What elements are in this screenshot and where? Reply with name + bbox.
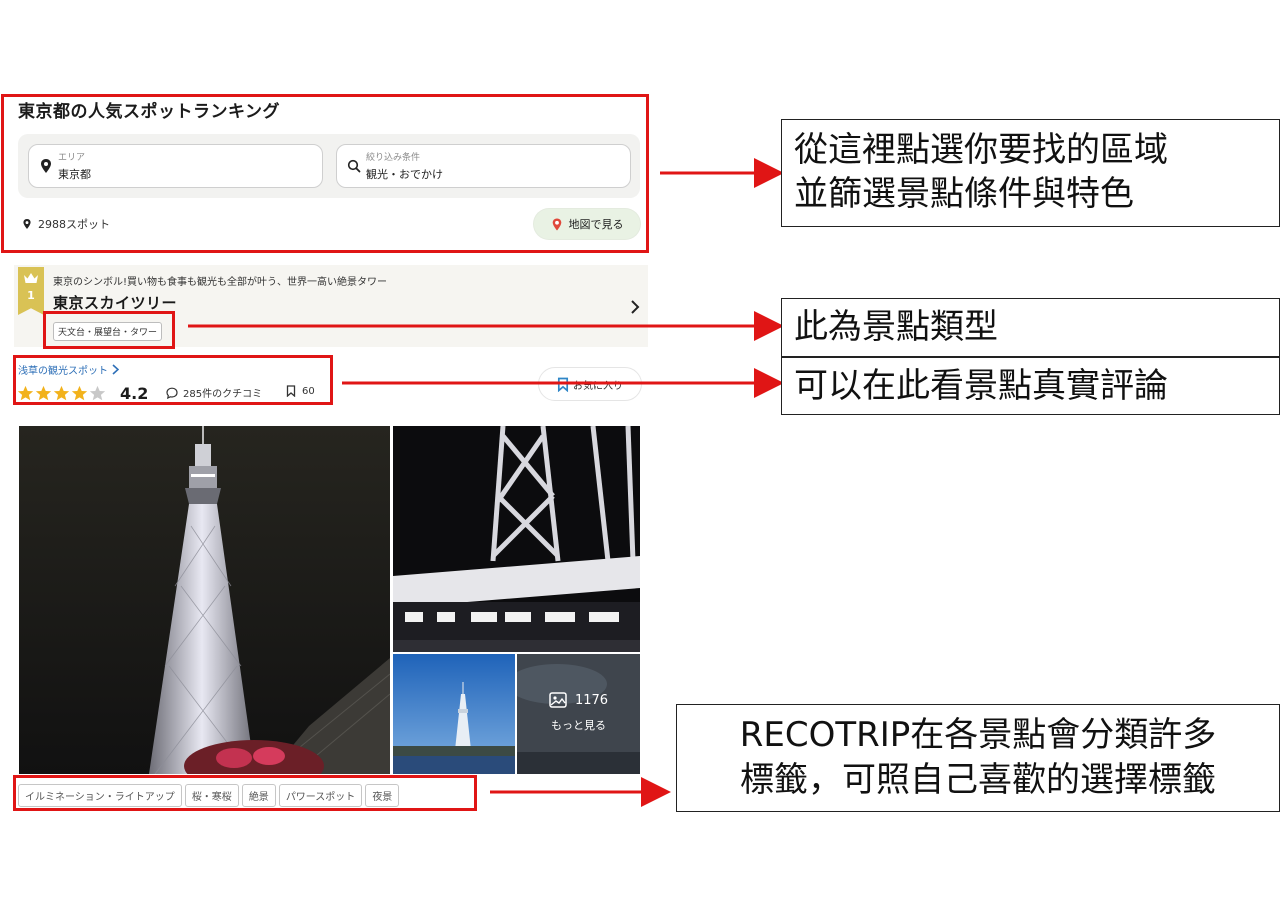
callout-tags: RECOTRIP在各景點會分類許多 標籤，可照自己喜歡的選擇標籤 [676, 704, 1280, 812]
callout-spot-type: 此為景點類型 [781, 298, 1280, 357]
callout-reviews: 可以在此看景點真實評論 [781, 357, 1280, 415]
callout-area-filter: 從這裡點選你要找的區域 並篩選景點條件與特色 [781, 119, 1280, 227]
callout-line: RECOTRIP在各景點會分類許多 [739, 715, 1217, 755]
callout-line: 並篩選景點條件與特色 [794, 174, 1134, 214]
callout-line: 標籤，可照自己喜歡的選擇標籤 [740, 760, 1216, 800]
callout-line: 從這裡點選你要找的區域 [794, 130, 1168, 170]
